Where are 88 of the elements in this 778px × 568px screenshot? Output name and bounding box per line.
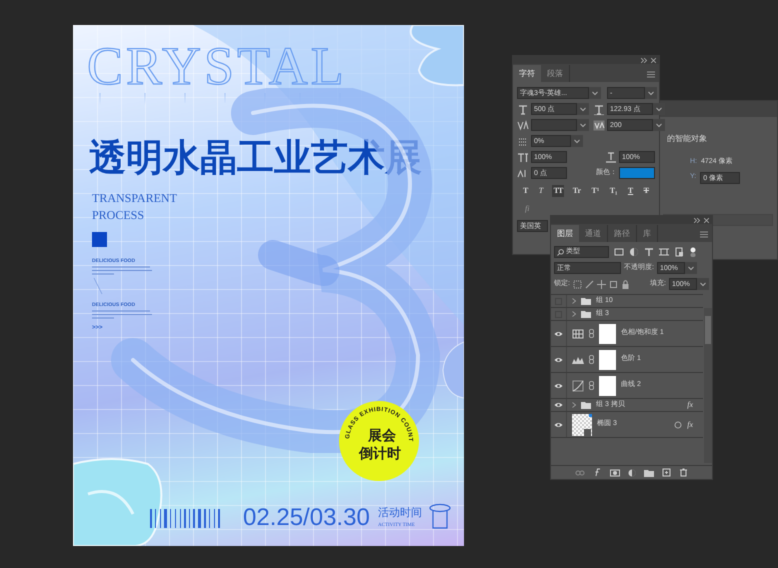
shape-filter-icon[interactable] <box>659 247 669 257</box>
layer-mask-thumbnail <box>599 324 616 344</box>
new-group-icon[interactable] <box>644 468 654 476</box>
scrollbar-thumb[interactable] <box>705 316 711 344</box>
text-lines-drawing <box>92 266 152 276</box>
smart-object-filter-icon[interactable] <box>674 247 684 257</box>
move-icon[interactable] <box>596 280 606 288</box>
link-icon <box>589 381 594 390</box>
tsume-icon <box>517 136 529 146</box>
eye-icon[interactable] <box>554 382 563 388</box>
color-swatch[interactable] <box>619 167 655 179</box>
panel-tab[interactable]: 库 <box>637 225 658 242</box>
filter-toggle-icon[interactable] <box>689 247 697 257</box>
subtitle-text: TRANSPARENT <box>92 192 177 204</box>
trash-icon[interactable] <box>679 468 688 477</box>
effects-label: fx <box>687 418 693 430</box>
new-layer-icon[interactable] <box>662 468 671 477</box>
dropdown-caret-icon[interactable] <box>684 262 697 274</box>
kerning-field[interactable] <box>531 119 577 131</box>
panel-tab[interactable]: 段落 <box>541 65 570 82</box>
diagonal-line <box>93 277 103 295</box>
eye-icon[interactable] <box>554 330 563 336</box>
dropdown-caret-icon[interactable] <box>571 135 583 147</box>
dropdown-caret-icon[interactable] <box>697 278 709 290</box>
eye-icon[interactable] <box>554 356 563 362</box>
dropdown-caret-icon[interactable] <box>589 87 601 99</box>
droplet-drawing <box>442 340 464 400</box>
square-mark <box>92 232 107 247</box>
collapse-icon[interactable] <box>694 218 700 222</box>
date-label: 活动时间 <box>378 508 422 519</box>
scrollbar[interactable] <box>704 308 712 463</box>
date-text: 02.25/03.30 <box>243 506 370 530</box>
link-icon <box>589 355 594 364</box>
text-style-button[interactable]: T <box>521 185 530 197</box>
leading-icon <box>593 104 605 114</box>
adjustment-layer-icon[interactable] <box>628 468 636 476</box>
lock-icon[interactable] <box>620 280 630 288</box>
type-filter-icon[interactable] <box>644 247 654 257</box>
layer-mask-thumbnail <box>599 376 616 396</box>
eye-icon[interactable] <box>554 422 563 428</box>
text-style-button[interactable]: T <box>626 185 636 197</box>
poster-title: 透明水晶工业艺术展 <box>89 139 422 176</box>
smart-filter-icon <box>674 420 682 428</box>
text-style-button[interactable]: Tr <box>570 185 584 197</box>
effects-label: fx <box>687 399 693 411</box>
text-style-button[interactable]: T¹ <box>590 185 602 197</box>
adjustment-icon <box>572 328 584 340</box>
eye-icon[interactable] <box>554 402 563 408</box>
add-mask-icon[interactable] <box>610 468 620 476</box>
dropdown-caret-icon[interactable] <box>577 119 589 131</box>
close-icon[interactable] <box>651 58 656 62</box>
image-filter-icon[interactable] <box>614 247 624 257</box>
layer-style-icon[interactable] <box>593 468 602 477</box>
text-style-button[interactable]: TT <box>552 185 564 197</box>
cup-icon <box>428 503 452 529</box>
panel-tab[interactable]: 字符 <box>513 65 541 82</box>
object-type-text: 的智能对象 <box>667 134 707 143</box>
headline-text: CRYSTAL <box>87 39 347 93</box>
layer-thumbnail <box>572 414 592 436</box>
link-layers-icon[interactable] <box>575 468 585 476</box>
subtitle-text: PROCESS <box>92 209 144 221</box>
text-lines-drawing <box>92 310 152 320</box>
kerning-icon <box>517 120 529 130</box>
close-icon[interactable] <box>704 218 709 222</box>
text-style-button[interactable]: T <box>642 185 651 197</box>
horizontal-scale-icon <box>605 152 617 162</box>
panel-tab[interactable]: 图层 <box>551 225 579 242</box>
font-size-icon <box>517 104 529 114</box>
adjustment-icon <box>572 380 584 392</box>
layer-mask-thumbnail <box>599 350 616 370</box>
brush-icon[interactable] <box>584 280 594 288</box>
panel-tab[interactable]: 通道 <box>579 225 608 242</box>
text-style-button[interactable]: T₁ <box>608 185 620 197</box>
adjustment-filter-icon[interactable] <box>629 247 639 257</box>
dropdown-caret-icon[interactable] <box>645 87 657 99</box>
artboard-icon[interactable] <box>608 280 618 288</box>
lock-pixels-icon[interactable] <box>572 280 582 288</box>
dropdown-caret-icon[interactable] <box>577 103 589 115</box>
panel-tab[interactable]: 路径 <box>608 225 637 242</box>
tracking-icon <box>593 120 605 130</box>
text-style-button[interactable]: T <box>536 185 546 197</box>
dropdown-caret-icon[interactable] <box>653 119 665 131</box>
link-icon <box>589 329 594 338</box>
folder-icon <box>581 401 591 409</box>
collapse-icon[interactable] <box>641 58 647 62</box>
vertical-scale-icon <box>517 152 529 162</box>
dropdown-caret-icon[interactable] <box>653 103 665 115</box>
search-icon <box>557 248 564 256</box>
